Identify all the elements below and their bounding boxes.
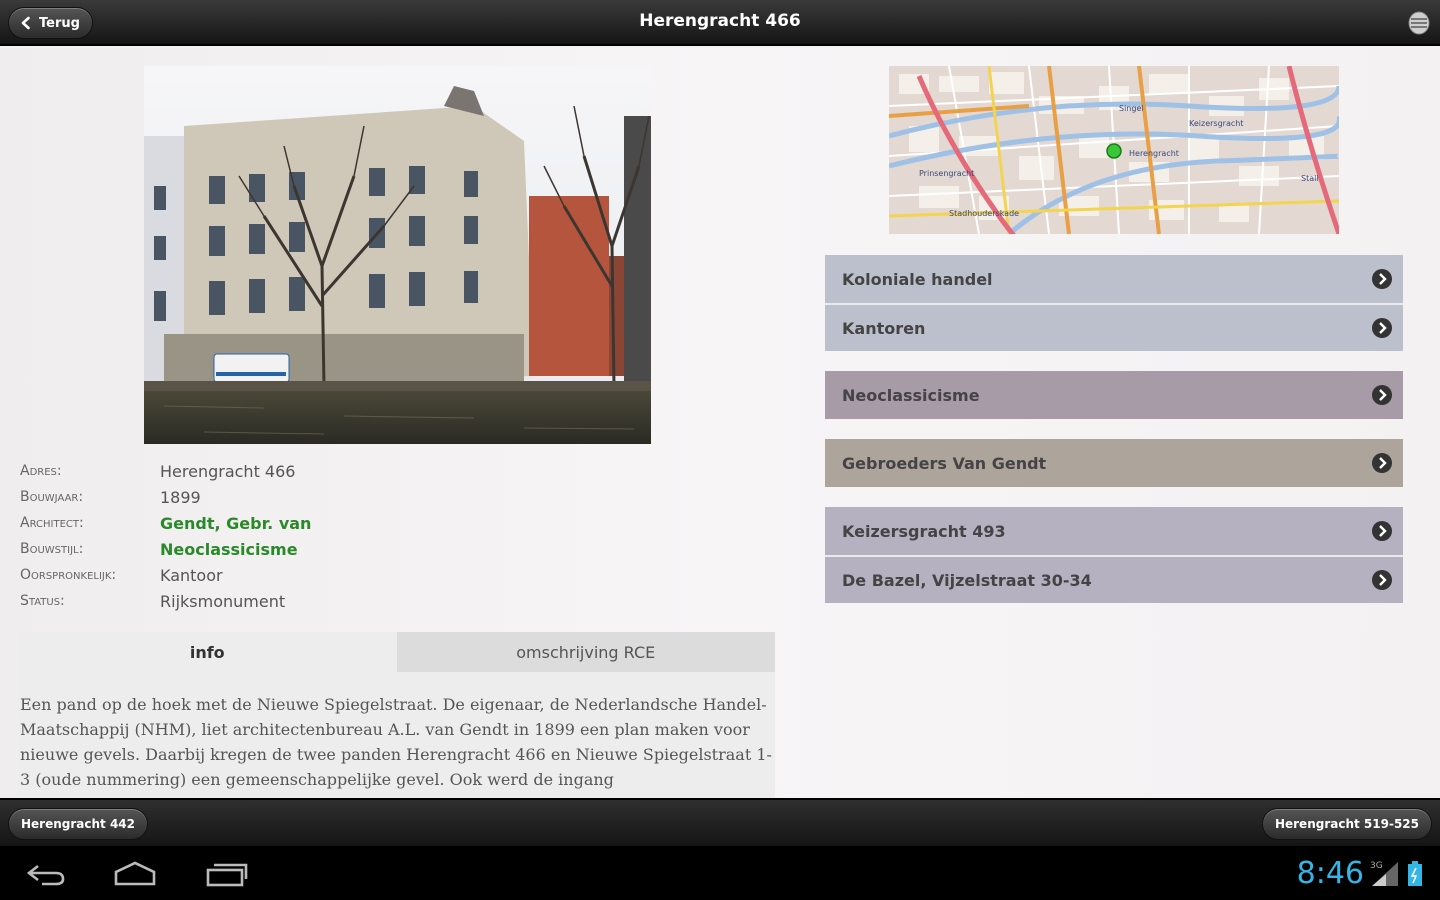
year-value: 1899 (160, 487, 201, 507)
nav-item-keizersgracht-493[interactable]: Keizersgracht 493 (825, 507, 1403, 555)
address-label: Adres: (20, 463, 62, 479)
description-tabs: info omschrijving RCE (18, 632, 775, 672)
style-group: Neoclassicisme (825, 371, 1403, 419)
signal-label: 3G (1370, 861, 1383, 871)
detail-row-address: Adres: Herengracht 466 (20, 458, 520, 484)
detail-row-year: Bouwjaar: 1899 (20, 484, 520, 510)
map-label-stall: Stall (1301, 174, 1319, 183)
nav-item-label: De Bazel, Vijzelstraat 30-34 (842, 570, 1092, 590)
status-value: Rijksmonument (160, 591, 286, 611)
previous-building-button[interactable]: Herengracht 442 (8, 808, 149, 840)
chevron-right-icon (1372, 453, 1392, 473)
status-label: Status: (20, 593, 65, 609)
nav-item-label: Kantoren (842, 318, 926, 338)
category-group: Koloniale handel Kantoren (825, 255, 1403, 351)
nav-item-label: Gebroeders Van Gendt (842, 453, 1047, 473)
map-label-herengracht: Herengracht (1129, 149, 1179, 158)
nav-item-label: Neoclassicisme (842, 385, 980, 405)
architect-link[interactable]: Gendt, Gebr. van (160, 514, 311, 533)
overflow-menu-icon[interactable] (1408, 11, 1430, 35)
style-link[interactable]: Neoclassicisme (160, 540, 298, 559)
home-nav-icon[interactable] (112, 860, 158, 888)
map-label-keizersgracht: Keizersgracht (1189, 119, 1243, 128)
detail-row-architect: Architect: Gendt, Gebr. van (20, 510, 520, 536)
action-bar: Terug Herengracht 466 (0, 0, 1440, 46)
detail-row-style: Bouwstijl: Neoclassicisme (20, 536, 520, 562)
original-use-value: Kantoor (160, 565, 223, 585)
nav-item-kantoren[interactable]: Kantoren (825, 303, 1403, 351)
location-map[interactable]: Singel Prinsengracht Keizersgracht Heren… (889, 66, 1339, 234)
architect-group: Gebroeders Van Gendt (825, 439, 1403, 487)
recent-apps-icon[interactable] (204, 860, 250, 888)
chevron-right-icon (1372, 385, 1392, 405)
clock: 8:46 (1296, 856, 1364, 891)
content-area: Adres: Herengracht 466 Bouwjaar: 1899 Ar… (0, 48, 1440, 798)
year-label: Bouwjaar: (20, 489, 84, 505)
tab-omschrijving-rce[interactable]: omschrijving RCE (396, 632, 775, 672)
detail-row-original-use: Oorspronkelijk: Kantoor (20, 562, 520, 588)
nav-item-de-bazel[interactable]: De Bazel, Vijzelstraat 30-34 (825, 555, 1403, 603)
architect-label: Architect: (20, 515, 84, 531)
nav-item-gebroeders-van-gendt[interactable]: Gebroeders Van Gendt (825, 439, 1403, 487)
nav-item-label: Koloniale handel (842, 269, 993, 289)
chevron-right-icon (1372, 570, 1392, 590)
map-label-singel: Singel (1119, 104, 1144, 113)
tab-info[interactable]: info (18, 632, 397, 672)
signal-battery-icon: 3G (1370, 861, 1422, 886)
pager-bar: Herengracht 442 Herengracht 519-525 (0, 798, 1440, 846)
property-details: Adres: Herengracht 466 Bouwjaar: 1899 Ar… (20, 458, 520, 614)
nav-item-koloniale-handel[interactable]: Koloniale handel (825, 255, 1403, 303)
chevron-right-icon (1372, 318, 1392, 338)
map-label-stadhouderskade: Stadhouderskade (949, 209, 1019, 218)
nav-item-label: Keizersgracht 493 (842, 521, 1006, 541)
description-text: Een pand op de hoek met de Nieuwe Spiege… (18, 672, 775, 798)
system-nav-bar: 8:46 3G (0, 846, 1440, 900)
nav-item-neoclassicisme[interactable]: Neoclassicisme (825, 371, 1403, 419)
next-building-button[interactable]: Herengracht 519-525 (1261, 808, 1432, 840)
building-photo (144, 66, 651, 444)
style-label: Bouwstijl: (20, 541, 84, 557)
original-use-label: Oorspronkelijk: (20, 567, 117, 583)
back-nav-icon[interactable] (24, 860, 68, 888)
detail-row-status: Status: Rijksmonument (20, 588, 520, 614)
address-value: Herengracht 466 (160, 461, 296, 481)
map-label-prinsengracht: Prinsengracht (919, 169, 974, 178)
chevron-right-icon (1372, 269, 1392, 289)
related-buildings-group: Keizersgracht 493 De Bazel, Vijzelstraat… (825, 507, 1403, 603)
page-title: Herengracht 466 (639, 11, 801, 31)
chevron-right-icon (1372, 521, 1392, 541)
